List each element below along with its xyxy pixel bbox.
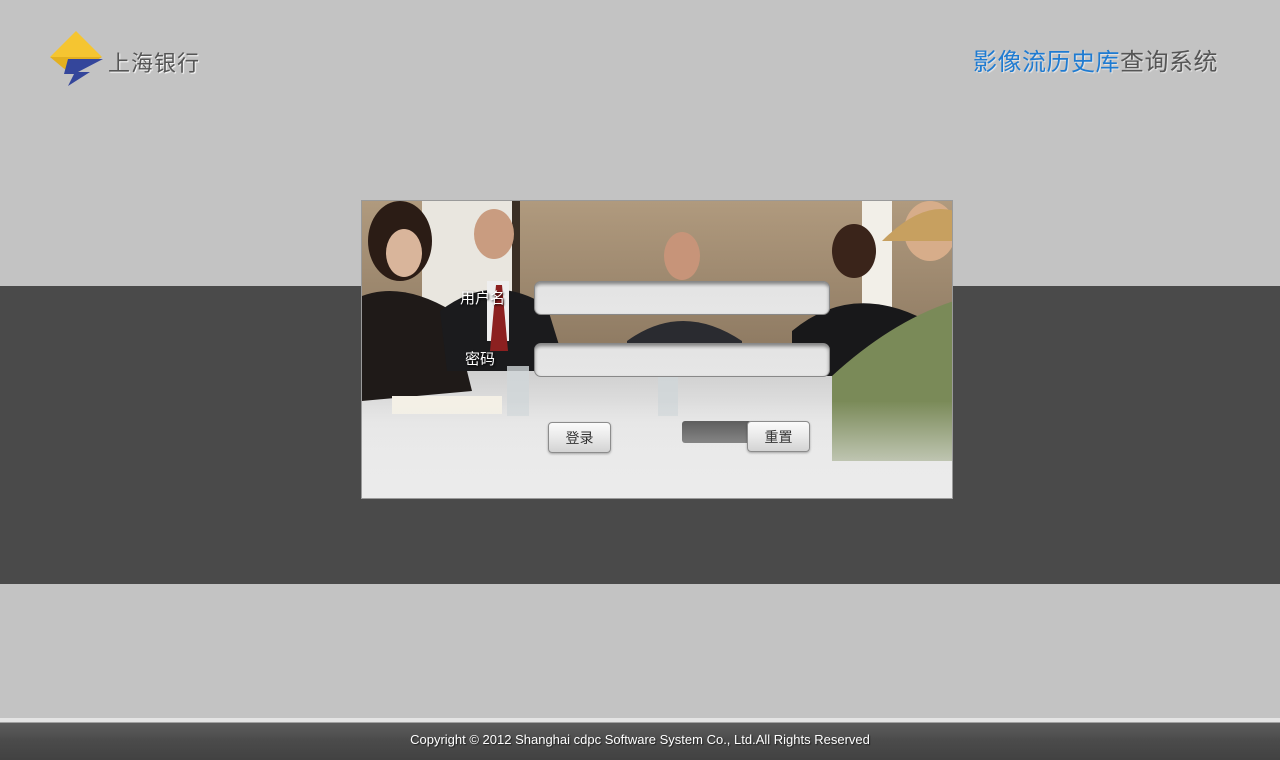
header: 上海银行 影像流历史库查询系统	[0, 0, 1280, 110]
shanghai-bank-logo-icon	[50, 31, 103, 86]
system-title-highlight: 影像流历史库	[973, 48, 1120, 76]
footer: Copyright © 2012 Shanghai cdpc Software …	[0, 718, 1280, 760]
copyright-text: Copyright © 2012 Shanghai cdpc Software …	[410, 732, 870, 747]
username-input[interactable]	[534, 281, 830, 315]
logo-text: 上海银行	[108, 52, 201, 77]
password-label: 密码	[465, 350, 496, 368]
system-title-rest: 查询系统	[1120, 48, 1218, 76]
login-panel: 用户名 密码 登录 重置	[361, 200, 953, 499]
username-label: 用户名	[460, 289, 506, 307]
reset-button[interactable]: 重置	[747, 421, 810, 452]
system-title: 影像流历史库查询系统	[973, 42, 1218, 77]
login-button[interactable]: 登录	[548, 422, 611, 453]
bank-logo: 上海银行	[48, 30, 208, 88]
password-input[interactable]	[534, 343, 830, 377]
